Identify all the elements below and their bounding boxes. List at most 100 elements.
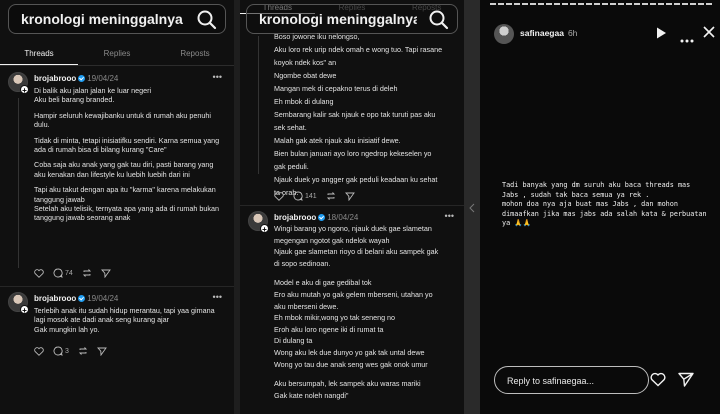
post-line: Ero aku mutah yo gak gelem mberseni, uta…	[274, 289, 433, 299]
more-options-icon[interactable]: •••	[213, 292, 222, 302]
post-actions: 74	[34, 268, 111, 278]
post-divider	[0, 286, 234, 287]
username[interactable]: safinaegaa	[520, 28, 564, 38]
post-line: Njauk duek yo angger gak peduli keadaan …	[274, 175, 438, 184]
post-paragraph: Hampir seluruh kewajibanku untuk di ruma…	[34, 110, 211, 130]
reply-button[interactable]: 3	[53, 346, 69, 356]
post-line: aku mberseni dewe.	[274, 301, 339, 311]
post-line: Sembarang kalir sak njauk e opo tak turu…	[274, 110, 436, 119]
post-line: Malah gak atek njauk aku inisiatif dewe.	[274, 136, 401, 145]
repost-icon[interactable]	[78, 346, 88, 356]
instagram-story-panel: safinaegaa 6h Tadi banyak yang dm suruh a…	[480, 0, 720, 414]
share-icon[interactable]	[100, 268, 111, 278]
post-body: Wingi barang yo ngono, njauk duek gae sl…	[274, 223, 460, 401]
post-paragraph: Tidak di minta, tetapi inisiatifku sendi…	[34, 135, 220, 155]
post-actions: 141	[274, 191, 355, 201]
reply-count: 141	[305, 192, 317, 200]
follow-plus-icon[interactable]: +	[20, 85, 29, 95]
post-line: gak peduli.	[274, 162, 309, 171]
reply-count: 3	[65, 347, 69, 355]
search-bar[interactable]: kronologi meninggalnya da...	[8, 4, 226, 34]
reply-count: 74	[65, 269, 73, 277]
like-icon[interactable]	[34, 346, 44, 356]
post-line: sek sehat.	[274, 123, 307, 132]
post-line: Eh mbok di dulang	[274, 97, 334, 106]
post-line: megengan ngotot gak ndelok wayah	[274, 235, 390, 245]
thread-connector-line	[258, 36, 259, 174]
post-author[interactable]: brojabrooo 19/04/24	[34, 294, 118, 303]
story-text: Tadi banyak yang dm suruh aku baca threa…	[502, 181, 707, 228]
play-icon[interactable]	[655, 26, 667, 45]
post-divider	[240, 205, 464, 206]
tab-threads[interactable]: Threads	[0, 44, 78, 65]
story-author[interactable]: safinaegaa 6h	[520, 28, 577, 38]
post-paragraph: Di balik aku jalan jalan ke luar negeri …	[34, 86, 152, 105]
close-icon[interactable]	[702, 25, 716, 44]
verified-badge-icon	[78, 295, 86, 303]
repost-icon[interactable]	[326, 191, 336, 201]
post-paragraph: Tapi aku takut dengan apa itu "karma" ka…	[34, 185, 216, 204]
avatar[interactable]	[494, 24, 514, 44]
post-line: Eroh aku loro ngene iki di rumat ta	[274, 324, 384, 334]
story-progress-bars	[490, 3, 712, 5]
thread-post: + brojabrooo 19/04/24 ••• Terlebih anak i…	[8, 292, 224, 372]
post-line: Wong yo tau due anak seng wes gak onok u…	[274, 359, 428, 369]
post-body: Terlebih anak itu sudah hidup merantau, …	[34, 306, 215, 334]
post-line: Wong aku lek due dunyo yo gak tak untal …	[274, 347, 425, 357]
heart-icon[interactable]	[650, 372, 666, 392]
repost-icon[interactable]	[82, 268, 92, 278]
threads-search-panel: kronologi meninggalnya da... Threads Rep…	[0, 0, 234, 414]
post-paragraph: Setelah aku telisik, ternyata apa yang a…	[34, 204, 219, 223]
send-icon[interactable]	[678, 372, 694, 392]
search-query[interactable]: kronologi meninggalnya da...	[247, 11, 417, 27]
post-line: Di dulang ta	[274, 336, 313, 346]
post-line: Model e aku di gae gedibal tok	[274, 278, 372, 288]
username[interactable]: brojabrooo	[274, 213, 316, 222]
search-query[interactable]: kronologi meninggalnya da...	[9, 11, 185, 27]
tab-replies[interactable]: Replies	[78, 44, 156, 65]
more-options-icon[interactable]: •••	[445, 211, 454, 221]
username[interactable]: brojabrooo	[34, 74, 76, 83]
like-icon[interactable]	[274, 191, 284, 201]
scroll-handle-icon[interactable]	[469, 200, 475, 213]
post-date: 19/04/24	[87, 74, 119, 83]
verified-badge-icon	[318, 214, 326, 222]
threads-thread-panel: Threads Replies Reposts kronologi mening…	[240, 0, 464, 414]
follow-plus-icon[interactable]: +	[20, 305, 29, 315]
like-icon[interactable]	[34, 268, 44, 278]
comment-icon	[53, 268, 63, 278]
post-date: 19/04/24	[87, 294, 119, 303]
search-icon[interactable]	[427, 8, 451, 32]
post-paragraph: Coba saja aku anak yang gak tau diri, pa…	[34, 160, 214, 179]
share-icon[interactable]	[344, 191, 355, 201]
post-line: Wingi barang yo ngono, njauk duek gae sl…	[274, 224, 432, 233]
post-line: Njauk gae slametan rioyo di belani aku s…	[274, 247, 439, 257]
reply-button[interactable]: 141	[293, 191, 317, 201]
post-line: di sopo sedinoan.	[274, 258, 331, 268]
search-icon[interactable]	[195, 8, 219, 32]
post-line: Ngombe obat dewe	[274, 71, 337, 80]
post-line: Eh mbok mikir,wong yo tak seneng no	[274, 313, 396, 323]
verified-badge-icon	[78, 75, 86, 83]
post-line: Gak kate noleh nangdi"	[274, 390, 349, 400]
reply-button[interactable]: 74	[53, 268, 73, 278]
comment-icon	[293, 191, 303, 201]
profile-tabs: Threads Replies Reposts	[0, 44, 234, 66]
username[interactable]: brojabrooo	[34, 294, 76, 303]
post-line: koyok ndek kos" an	[274, 58, 337, 67]
post-actions: 3	[34, 346, 107, 356]
post-author[interactable]: brojabrooo 18/04/24	[274, 213, 358, 222]
post-line: Boso jowone iku nelongso,	[274, 32, 360, 41]
post-body: Di balik aku jalan jalan ke luar negeri …	[34, 86, 222, 229]
post-line: Aku bersumpah, lek sampek aku waras mari…	[274, 379, 421, 389]
more-options-icon[interactable]	[680, 30, 694, 48]
more-options-icon[interactable]: •••	[213, 72, 222, 82]
post-author[interactable]: brojabrooo 19/04/24	[34, 74, 118, 83]
story-reply-input[interactable]: Reply to safinaegaa...	[494, 366, 649, 394]
comment-icon	[53, 346, 63, 356]
follow-plus-icon[interactable]: +	[260, 224, 269, 234]
tab-reposts[interactable]: Reposts	[156, 44, 234, 65]
share-icon[interactable]	[96, 346, 107, 356]
